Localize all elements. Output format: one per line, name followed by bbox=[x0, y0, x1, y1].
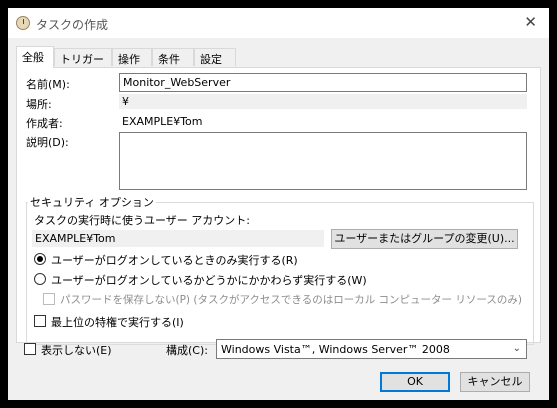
hidden-label[interactable]: 表示しない(E) bbox=[41, 342, 112, 358]
name-label: 名前(M): bbox=[26, 78, 70, 91]
highest-privileges-checkbox[interactable] bbox=[34, 315, 46, 327]
author-value: EXAMPLE¥Tom bbox=[119, 114, 527, 129]
tab-actions[interactable]: 操作 bbox=[112, 48, 152, 66]
highest-privileges-label[interactable]: 最上位の特権で実行する(I) bbox=[51, 314, 184, 330]
task-create-dialog: タスクの作成 ✕ 全般 トリガー 操作 条件 設定 名前(M): Monitor… bbox=[8, 8, 549, 400]
tab-settings[interactable]: 設定 bbox=[194, 48, 236, 66]
window-title: タスクの作成 bbox=[36, 18, 109, 32]
radio-run-when-logged-on-label[interactable]: ユーザーがログオンしているときのみ実行する(R) bbox=[51, 252, 298, 268]
ok-button[interactable]: OK bbox=[380, 372, 450, 392]
account-value: EXAMPLE¥Tom bbox=[32, 230, 324, 247]
change-user-button[interactable]: ユーザーまたはグループの変更(U)... bbox=[331, 229, 518, 249]
no-store-password-label: パスワードを保存しない(P) (タスクがアクセスできるのはローカル コンピュータ… bbox=[60, 294, 522, 306]
configure-select-value: Windows Vista™, Windows Server™ 2008 bbox=[221, 343, 450, 356]
radio-run-whether-logged-on-label[interactable]: ユーザーがログオンしているかどうかにかかわらず実行する(W) bbox=[51, 272, 367, 288]
chevron-down-icon: ⌄ bbox=[512, 343, 521, 354]
description-label: 説明(D): bbox=[26, 136, 69, 149]
author-label: 作成者: bbox=[26, 117, 63, 130]
cancel-button[interactable]: キャンセル bbox=[460, 372, 530, 392]
close-button[interactable]: ✕ bbox=[524, 14, 537, 30]
configure-select[interactable]: Windows Vista™, Windows Server™ 2008 ⌄ bbox=[216, 339, 527, 359]
name-input[interactable]: Monitor_WebServer bbox=[119, 73, 527, 92]
tab-triggers[interactable]: トリガー bbox=[54, 48, 112, 66]
location-label: 場所: bbox=[26, 98, 52, 111]
account-label: タスクの実行時に使うユーザー アカウント: bbox=[34, 214, 250, 227]
title-bar: タスクの作成 ✕ bbox=[8, 8, 549, 38]
configure-label: 構成(C): bbox=[166, 344, 208, 357]
hidden-checkbox[interactable] bbox=[24, 343, 36, 355]
radio-run-when-logged-on[interactable] bbox=[34, 253, 46, 265]
clock-icon bbox=[16, 16, 30, 30]
radio-run-whether-logged-on[interactable] bbox=[34, 273, 46, 285]
tab-conditions[interactable]: 条件 bbox=[152, 48, 194, 66]
security-group-title: セキュリティ オプション bbox=[28, 194, 156, 210]
location-value: ¥ bbox=[119, 94, 527, 109]
no-store-password-checkbox[interactable] bbox=[43, 293, 55, 305]
tab-general[interactable]: 全般 bbox=[16, 46, 54, 68]
description-textarea[interactable] bbox=[119, 132, 527, 190]
